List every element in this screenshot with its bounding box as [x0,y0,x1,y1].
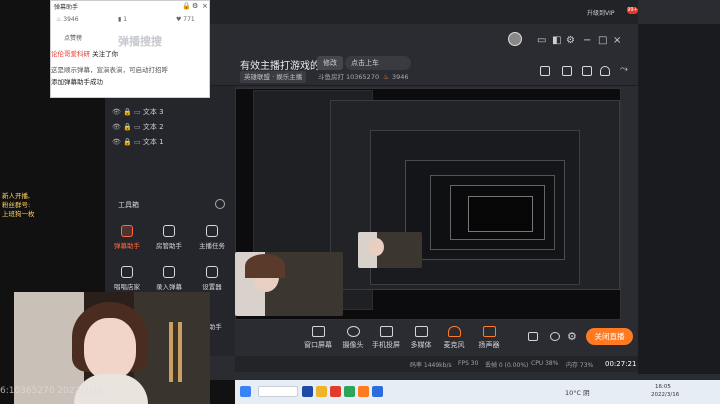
webcam-thumbnail [358,232,422,268]
close-button[interactable]: × [613,35,621,46]
overlay-note: 粉丝群号: [2,201,31,209]
media-button[interactable]: 多媒体 [403,326,439,350]
overlay-note: 新人开播, [2,192,31,200]
tool-sing-shop[interactable]: 唱唱店家 [110,266,144,291]
share-icon[interactable]: ⤳ [620,64,628,75]
mem-text: 内存 73% [566,362,594,369]
bitrate-text: 码率 1449kb/s [410,362,452,369]
go-live-button[interactable]: 关闭直播 [586,328,633,345]
toolbox-title: 工具箱 [118,201,139,209]
room-label: 斗鱼房打 [318,73,344,81]
lock-icon[interactable] [562,66,572,76]
lock-icon[interactable]: 🔒 [182,2,191,10]
tool-streamer-task[interactable]: 主播任务 [195,225,229,250]
windows-start-icon[interactable] [240,386,251,397]
danmaku-line: 论伦哥爱科研 关注了你 [51,50,119,58]
hot-icon: ♨ [383,73,389,81]
tool-record-danmaku[interactable]: 录入弹幕 [152,266,186,291]
tool-settings[interactable]: 设置器 [195,266,229,291]
bell-icon[interactable] [600,66,610,76]
gear-icon[interactable]: ⚙ [567,330,577,343]
rank-label[interactable]: 点赞榜 [64,33,82,42]
pip-icon[interactable] [550,332,560,341]
danmaku-line: 这是顺示弹幕，宣演表演，可启动打招呼 [51,66,168,74]
clock-time[interactable]: 16:05 [655,384,671,390]
overlay-note: 上班狗一枚 [2,210,35,218]
screenshot-icon[interactable] [540,66,550,76]
settings-icon[interactable]: ⚙ [566,35,575,46]
right-panel [638,0,720,380]
menu-icon[interactable]: ▭ [537,35,546,46]
room-id: 10365270 [346,73,380,81]
layer-row[interactable]: 👁 🔒 ▭ 文本 3 [112,106,164,118]
watermark-logo: 弹播搜搜 [118,35,162,48]
hot-value: 3946 [392,73,409,81]
minimize-button[interactable]: − [583,35,591,46]
phone-cast-button[interactable]: 手机投屏 [368,326,404,350]
cpu-text: CPU 38% [531,360,559,367]
tool-room-manager[interactable]: 房管助手 [152,225,186,250]
close-icon[interactable]: × [202,2,208,10]
fans-stat: ♥ 771 [176,16,195,23]
app-icon[interactable] [302,386,313,397]
webcam-thumbnail [235,252,343,316]
screen: 升级到VIP 99+ ▭ ◧ ⚙ − □ × 有效主播打游戏的么！ 修改 点击上… [0,0,720,404]
app-icon[interactable] [344,386,355,397]
maximize-button[interactable]: □ [598,35,607,46]
danmaku-line: 添加弹幕助手成功 [51,78,103,86]
notification-badge: 99+ [627,7,638,14]
webcam-overlay-id: 6:10365270 2022/3/16 [0,386,104,396]
drop-text: 丢帧 0 (0.00%) [485,362,529,369]
tool-danmaku-helper[interactable]: 弹幕助手 [110,225,144,250]
taskbar-search[interactable] [258,386,298,397]
user-stat: ▮ 1 [118,16,128,23]
avatar[interactable] [508,32,522,46]
heat-stat: ♨ 3946 [56,16,79,23]
vip-upgrade-text[interactable]: 升级到VIP [587,8,615,17]
category-tag[interactable]: 英雄联盟 · 娱乐主播 [240,71,307,83]
app-icon[interactable] [330,386,341,397]
record-icon[interactable] [528,332,538,341]
camera-button[interactable]: 摄像头 [335,326,371,350]
app-icon[interactable] [372,386,383,397]
app-icon[interactable] [316,386,327,397]
app-icon[interactable] [358,386,369,397]
window-screen-button[interactable]: 窗口屏幕 [300,326,336,350]
toolbox-collapse-icon[interactable] [215,199,225,209]
speaker-button[interactable]: 扬声器 [471,326,507,350]
layer-row[interactable]: 👁 🔒 ▭ 文本 2 [112,121,164,133]
live-timer: 00:27:21 [605,360,637,368]
clock-date[interactable]: 2022/3/16 [651,392,679,398]
start-chip[interactable]: 点击上车 [345,56,411,70]
microphone-button[interactable]: 麦克风 [436,326,472,350]
danmaku-window-title: 弹幕助手 [54,4,79,11]
layer-row[interactable]: 👁 🔒 ▭ 文本 1 [112,136,164,148]
tool-icon[interactable] [582,66,592,76]
edit-title-button[interactable]: 修改 [317,56,343,70]
settings-icon[interactable]: ⚙ [192,2,198,10]
nested-preview [468,196,533,232]
skin-icon[interactable]: ◧ [552,35,561,46]
fps-text: FPS 30 [458,360,479,367]
weather-text[interactable]: 10°C 阴 [565,387,590,397]
